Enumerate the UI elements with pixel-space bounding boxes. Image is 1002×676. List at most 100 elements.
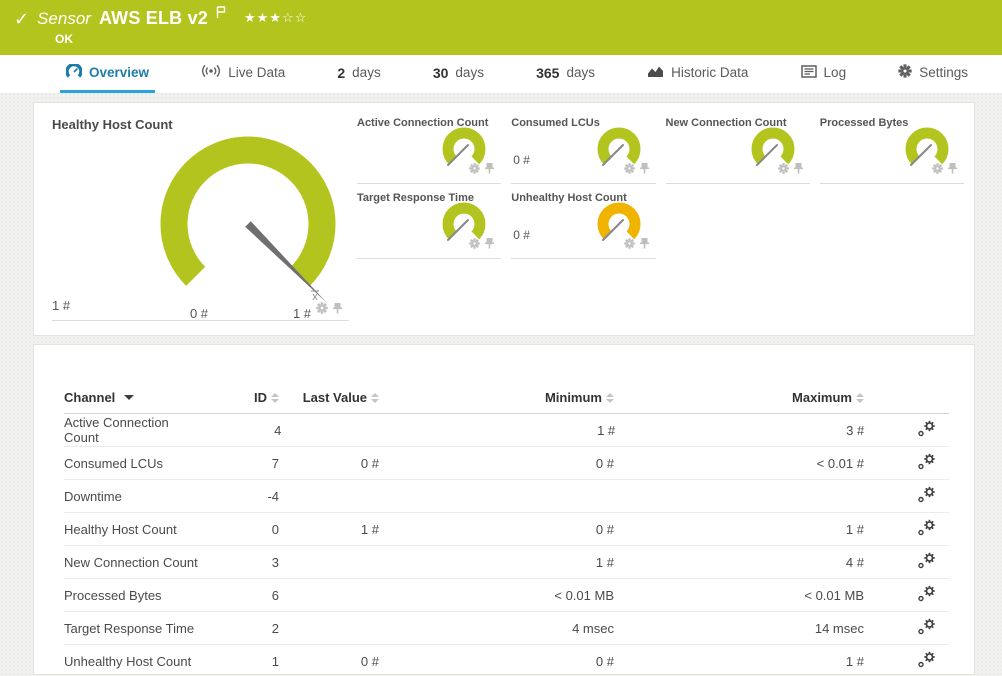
live-icon bbox=[201, 64, 221, 81]
gauge-settings-gear-icon[interactable] bbox=[469, 161, 480, 179]
tab-days-2[interactable]: 2 days bbox=[331, 55, 386, 93]
tab-days-365[interactable]: 365 days bbox=[530, 55, 601, 93]
gauge-settings-gear-icon[interactable] bbox=[623, 236, 635, 254]
tab-label: days bbox=[566, 65, 595, 80]
channel-id: 2 bbox=[271, 620, 279, 636]
tab-overview[interactable]: Overview bbox=[60, 55, 156, 93]
sort-desc-icon bbox=[124, 395, 135, 400]
gauge-pin-icon[interactable] bbox=[484, 236, 495, 254]
gauge-settings-gear-icon[interactable] bbox=[316, 301, 328, 319]
channel-name[interactable]: Target Response Time bbox=[64, 621, 204, 636]
flag-icon bbox=[216, 5, 226, 24]
gauge-cell-active-connection-count: Active Connection Count bbox=[357, 111, 502, 184]
channel-minimum: 4 msec bbox=[572, 620, 614, 636]
gauges-panel: Healthy Host Count 0 # 1 # x 1 # Active … bbox=[33, 102, 975, 336]
channel-settings-gear-icon[interactable] bbox=[917, 420, 937, 440]
channel-name[interactable]: Unhealthy Host Count bbox=[64, 654, 204, 669]
channel-name[interactable]: Downtime bbox=[64, 489, 204, 504]
table-body: Active Connection Count 4 1 # 3 # Consum… bbox=[64, 414, 949, 676]
sensor-status-header: ✓ Sensor AWS ELB v2 ★★★☆☆ OK bbox=[0, 0, 1002, 55]
gauge-settings-gear-icon[interactable] bbox=[623, 161, 635, 179]
channel-name[interactable]: Healthy Host Count bbox=[64, 522, 204, 537]
channel-settings-gear-icon[interactable] bbox=[917, 618, 937, 638]
channel-id: -4 bbox=[267, 488, 279, 504]
table-header-row: Channel ID Last Value Minimum Maximum bbox=[64, 390, 949, 414]
gauge-icon bbox=[65, 62, 83, 82]
sort-maximum[interactable]: Maximum bbox=[614, 390, 864, 405]
divider bbox=[52, 320, 349, 321]
channel-id: 0 bbox=[271, 521, 279, 537]
channel-maximum: < 0.01 # bbox=[816, 455, 864, 471]
table-row: Downtime -4 bbox=[64, 480, 949, 513]
status-check-icon: ✓ bbox=[14, 8, 30, 29]
tab-live-data[interactable]: Live Data bbox=[195, 55, 291, 93]
sort-minimum[interactable]: Minimum bbox=[379, 390, 614, 405]
channel-settings-gear-icon[interactable] bbox=[917, 453, 937, 473]
channel-minimum: 1 # bbox=[597, 422, 616, 438]
channel-minimum: 0 # bbox=[595, 521, 614, 537]
channel-settings-gear-icon[interactable] bbox=[917, 585, 937, 605]
channel-maximum: 1 # bbox=[845, 521, 864, 537]
tab-label: days bbox=[352, 65, 381, 80]
tab-historic-data[interactable]: Historic Data bbox=[641, 55, 754, 93]
area-chart-icon bbox=[647, 64, 664, 81]
channel-id: 6 bbox=[271, 587, 279, 603]
tab-bar: Overview Live Data 2 days 30 days 365 days His… bbox=[0, 55, 1002, 93]
sort-id[interactable]: ID bbox=[204, 390, 279, 405]
big-gauge-cell: Healthy Host Count 0 # 1 # x 1 # bbox=[44, 111, 349, 327]
gauge-pin-icon[interactable] bbox=[947, 161, 958, 179]
channel-name[interactable]: Active Connection Count bbox=[64, 415, 207, 445]
tab-label: days bbox=[455, 65, 484, 80]
gauge-pin-icon[interactable] bbox=[484, 161, 495, 179]
sort-last-value[interactable]: Last Value bbox=[279, 390, 379, 405]
channel-minimum: < 0.01 MB bbox=[554, 587, 614, 603]
gauge-pin-icon[interactable] bbox=[793, 161, 804, 179]
gauge-settings-gear-icon[interactable] bbox=[469, 236, 480, 254]
table-row: Processed Bytes 6 < 0.01 MB < 0.01 MB bbox=[64, 579, 949, 612]
channel-last-value: 0 # bbox=[360, 455, 379, 471]
tab-log[interactable]: Log bbox=[795, 55, 853, 93]
channel-name[interactable]: Consumed LCUs bbox=[64, 456, 204, 471]
gear-icon bbox=[898, 64, 912, 81]
gauge-settings-gear-icon[interactable] bbox=[778, 161, 789, 179]
status-badge: OK bbox=[55, 32, 73, 46]
channels-table-card: Channel ID Last Value Minimum Maximum Ac… bbox=[33, 344, 975, 675]
tab-label: Overview bbox=[89, 65, 150, 80]
channel-maximum: < 0.01 MB bbox=[804, 587, 864, 603]
channel-name[interactable]: New Connection Count bbox=[64, 555, 204, 570]
gauge-settings-gear-icon[interactable] bbox=[932, 161, 943, 179]
table-row: Target Response Time 2 4 msec 14 msec bbox=[64, 612, 949, 645]
gauge-cell-new-connection-count: New Connection Count bbox=[665, 111, 810, 184]
big-gauge-title: Healthy Host Count bbox=[52, 117, 173, 132]
channel-settings-gear-icon[interactable] bbox=[917, 486, 937, 506]
gauge-value: 0 # bbox=[513, 228, 530, 242]
tab-days-30[interactable]: 30 days bbox=[427, 55, 490, 93]
gauge-cell-target-response-time: Target Response Time bbox=[357, 186, 502, 259]
gauge-cell-unhealthy-host-count: Unhealthy Host Count 0 # bbox=[511, 186, 656, 259]
channel-id: 4 bbox=[274, 422, 282, 438]
sort-icon bbox=[606, 392, 614, 403]
channel-name[interactable]: Processed Bytes bbox=[64, 588, 204, 603]
small-gauges-grid: Active Connection Count Consumed LCUs 0 … bbox=[357, 111, 964, 327]
channel-settings-gear-icon[interactable] bbox=[917, 552, 937, 572]
priority-stars[interactable]: ★★★☆☆ bbox=[244, 10, 307, 26]
gauge-pin-icon[interactable] bbox=[639, 236, 650, 254]
gauge-pin-icon[interactable] bbox=[332, 301, 343, 319]
tab-settings[interactable]: Settings bbox=[892, 55, 974, 93]
tab-number: 365 bbox=[536, 64, 560, 81]
channel-maximum: 14 msec bbox=[814, 620, 864, 636]
channel-settings-gear-icon[interactable] bbox=[917, 651, 937, 671]
channel-last-value: 1 # bbox=[360, 521, 379, 537]
log-icon bbox=[800, 64, 817, 81]
table-row: Consumed LCUs 7 0 # 0 # < 0.01 # bbox=[64, 447, 949, 480]
gauge-cell-consumed-lcus: Consumed LCUs 0 # bbox=[511, 111, 656, 184]
sort-channel[interactable]: Channel bbox=[64, 390, 135, 405]
channel-maximum: 4 # bbox=[845, 554, 864, 570]
tab-number: 2 bbox=[337, 64, 346, 81]
sensor-title: AWS ELB v2 bbox=[98, 8, 208, 28]
channel-settings-gear-icon[interactable] bbox=[917, 519, 937, 539]
sort-icon bbox=[371, 392, 379, 403]
tab-label: Live Data bbox=[228, 65, 286, 80]
object-kind-label: Sensor bbox=[37, 8, 91, 28]
gauge-pin-icon[interactable] bbox=[639, 161, 650, 179]
